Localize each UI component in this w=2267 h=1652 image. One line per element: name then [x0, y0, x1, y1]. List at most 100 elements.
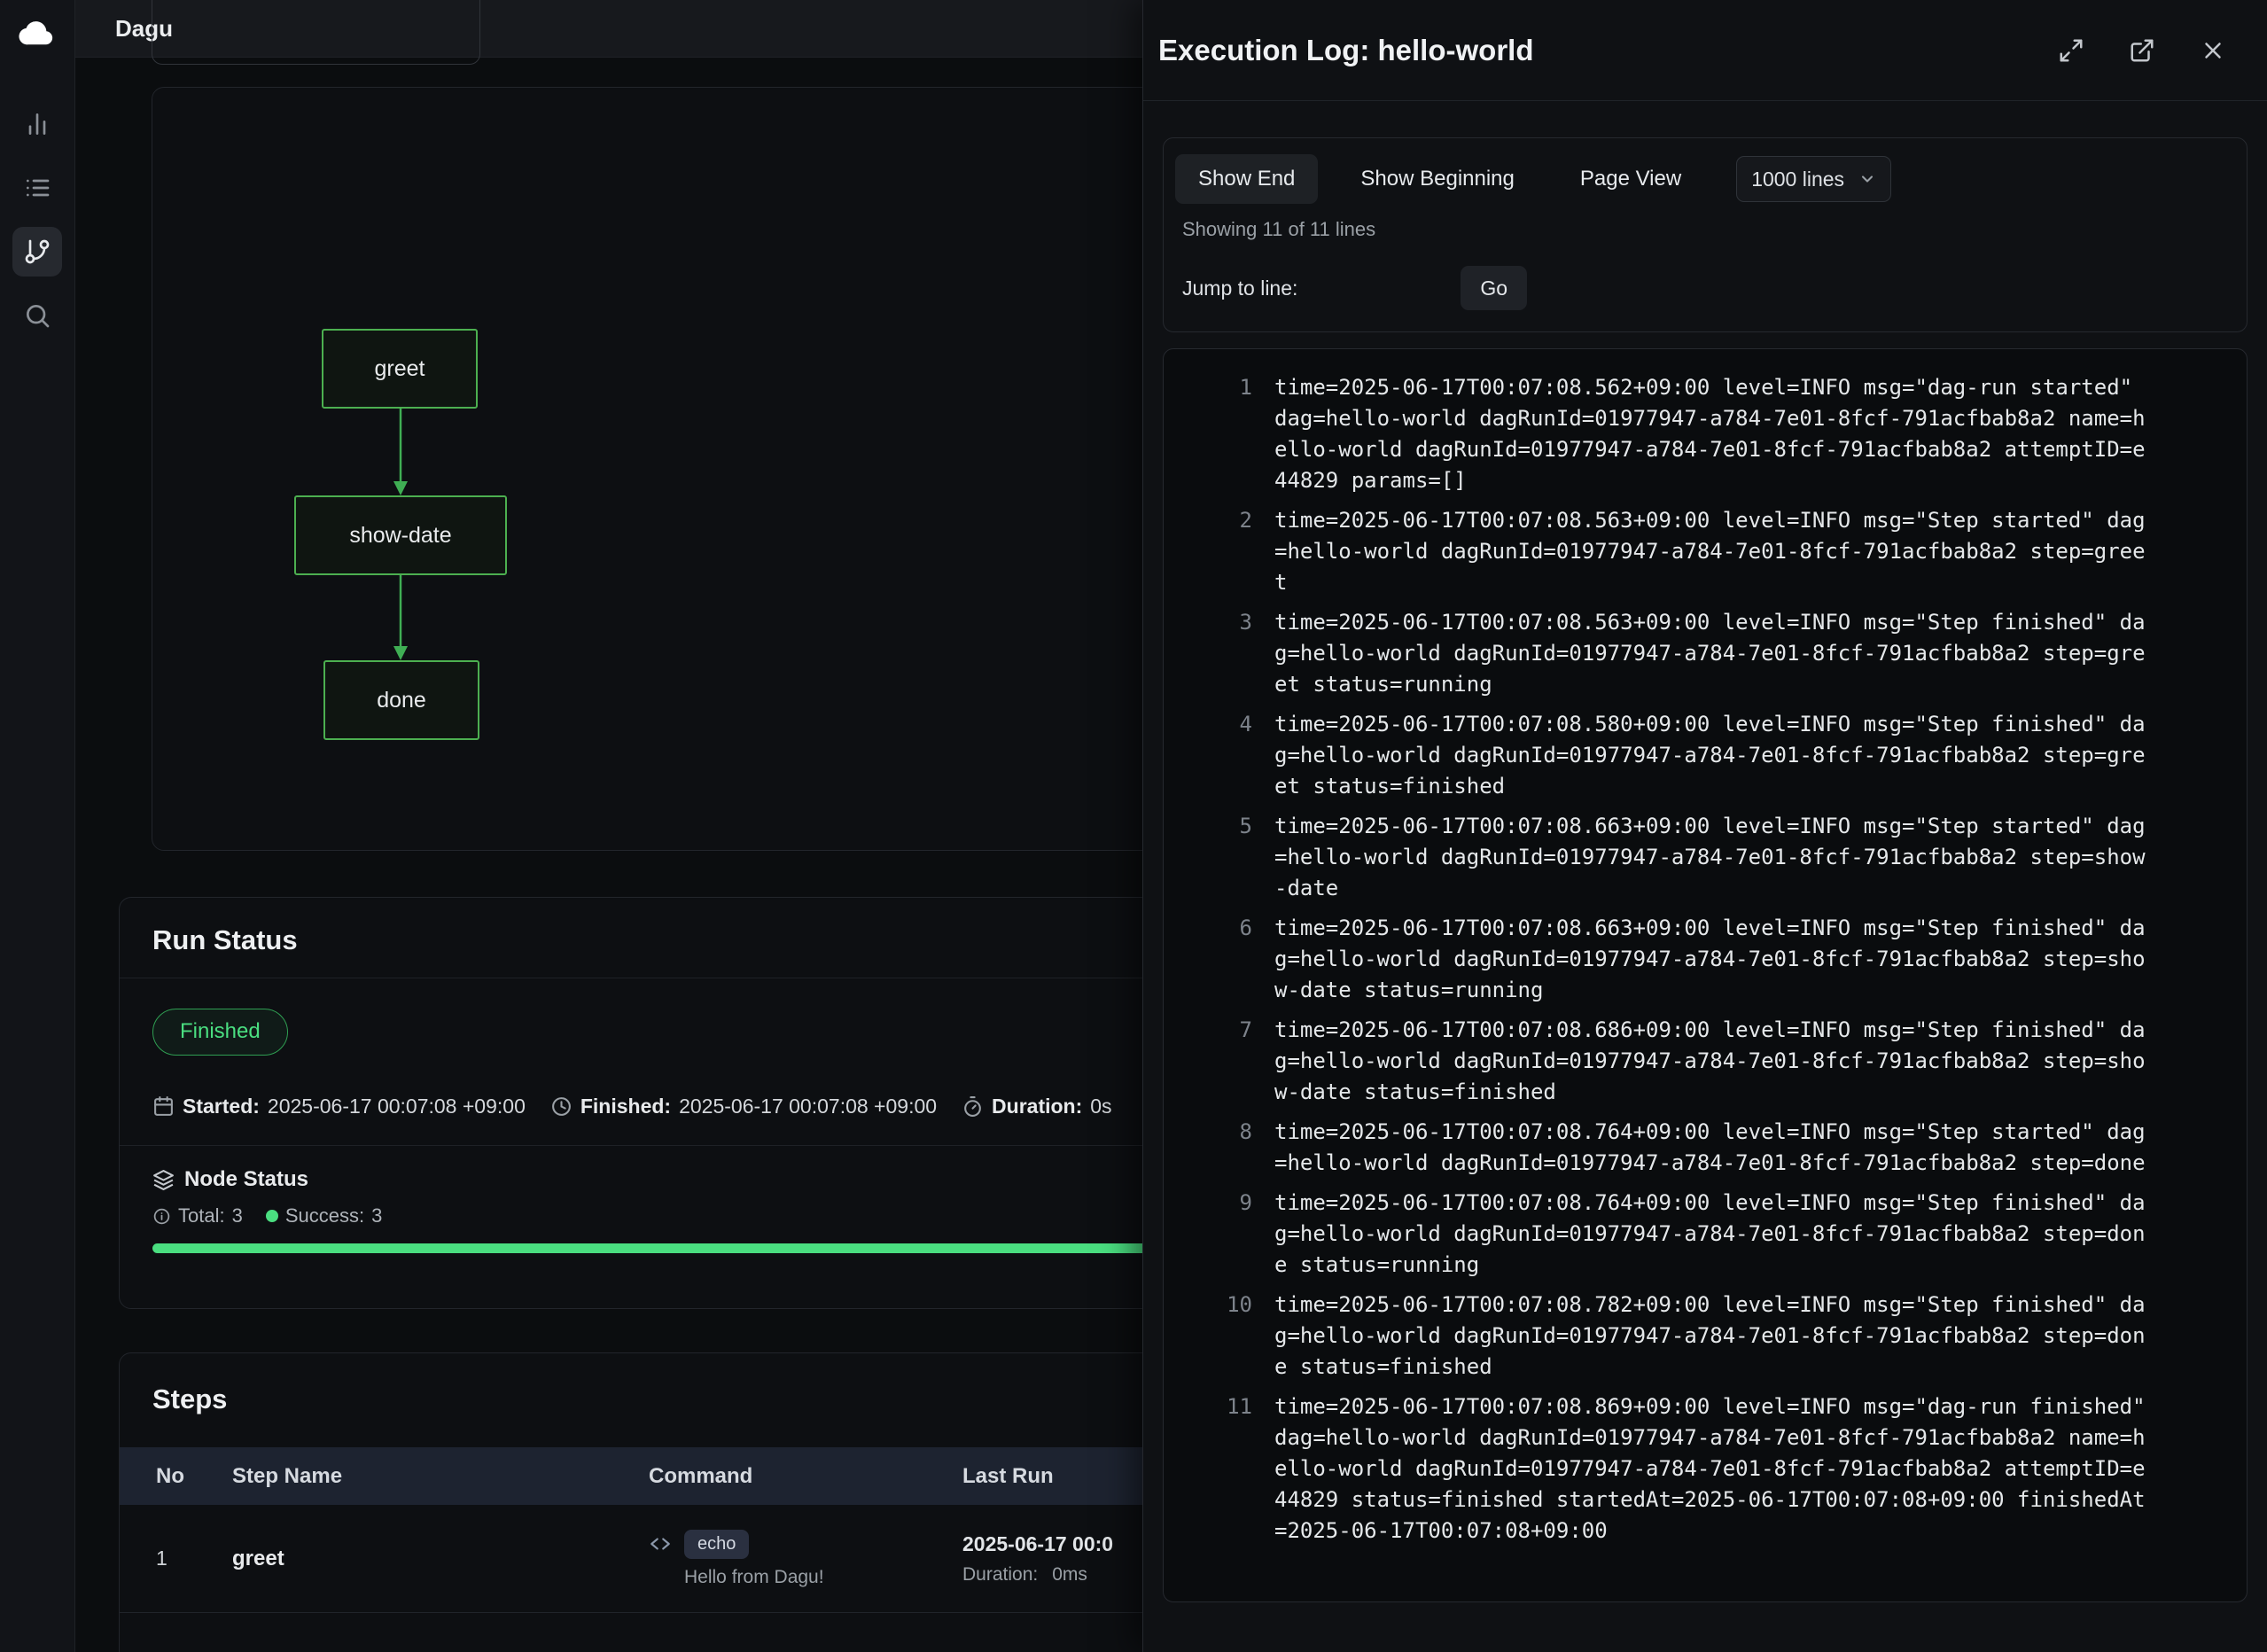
col-step-name: Step Name	[214, 1464, 631, 1489]
success-progress-bar	[152, 1243, 1246, 1253]
log-line-number: 7	[1164, 1015, 1252, 1046]
lines-per-page-select[interactable]: 1000 lines	[1736, 156, 1891, 202]
show-beginning-button[interactable]: Show Beginning	[1337, 154, 1537, 204]
divider	[120, 1145, 1279, 1146]
success-dot-icon	[266, 1210, 278, 1222]
log-line: 11time=2025-06-17T00:07:08.869+09:00 lev…	[1164, 1391, 2247, 1547]
lines-per-page-value: 1000 lines	[1751, 168, 1844, 191]
node-status-counts: Total: 3 Success: 3	[152, 1204, 1246, 1227]
log-line-number: 2	[1164, 505, 1252, 536]
execution-log-panel: Execution Log: hello-world Show End Show…	[1142, 0, 2267, 1652]
maximize-button[interactable]	[2050, 29, 2092, 72]
log-line-number: 10	[1164, 1290, 1252, 1321]
command-badge: echo	[684, 1530, 749, 1559]
steps-table-header: No Step Name Command Last Run	[120, 1447, 1279, 1505]
close-button[interactable]	[2192, 29, 2234, 72]
log-line: 9time=2025-06-17T00:07:08.764+09:00 leve…	[1164, 1188, 2247, 1281]
dag-graph-card: greet show-date done	[152, 87, 1259, 851]
log-panel-actions	[2050, 29, 2234, 72]
log-line-text: time=2025-06-17T00:07:08.580+09:00 level…	[1274, 709, 2146, 802]
app-root: Dagu greet show-date done Run Status	[0, 0, 2267, 1652]
sidebar-item-dag-runs[interactable]	[12, 227, 62, 277]
jump-to-line-label: Jump to line:	[1182, 277, 1297, 300]
node-status-label: Node Status	[184, 1167, 308, 1192]
total-label: Total:	[178, 1204, 225, 1227]
dag-node-label: done	[377, 688, 426, 713]
log-line-number: 9	[1164, 1188, 1252, 1219]
code-icon	[649, 1532, 672, 1555]
started-meta: Started: 2025-06-17 00:07:08 +09:00	[152, 1095, 526, 1118]
steps-table: No Step Name Command Last Run 1 greet ec…	[120, 1447, 1279, 1652]
log-line-text: time=2025-06-17T00:07:08.686+09:00 level…	[1274, 1015, 2146, 1108]
sidebar-item-search[interactable]	[12, 291, 62, 340]
bar-chart-icon	[23, 110, 51, 138]
log-line: 10 time=2025-06-17T00:07:08.782+09:00 lev…	[1164, 1290, 2247, 1383]
info-circle-icon	[152, 1207, 171, 1226]
dag-node-label: show-date	[349, 523, 451, 549]
finished-value: 2025-06-17 00:07:08 +09:00	[679, 1095, 937, 1118]
showing-lines-text: Showing 11 of 11 lines	[1182, 218, 2229, 241]
go-button[interactable]: Go	[1461, 266, 1527, 310]
log-line-number: 5	[1164, 811, 1252, 842]
log-panel-title: Execution Log: hello-world	[1158, 34, 1534, 67]
step-command: echo	[649, 1530, 945, 1559]
log-view-buttons: Show End Show Beginning Page View 1000 l…	[1175, 154, 2229, 204]
started-label: Started:	[183, 1095, 260, 1118]
duration-label: Duration:	[992, 1095, 1082, 1118]
node-status-heading: Node Status	[152, 1167, 1246, 1192]
dag-node-done[interactable]: done	[323, 660, 479, 740]
finished-label: Finished:	[580, 1095, 671, 1118]
status-badge: Finished	[152, 1009, 288, 1056]
steps-card: Steps No Step Name Command Last Run 1 gr…	[119, 1352, 1280, 1652]
log-line: 6time=2025-06-17T00:07:08.663+09:00 leve…	[1164, 913, 2247, 1006]
dagu-logo-icon[interactable]	[16, 12, 58, 55]
log-line: 7 time=2025-06-17T00:07:08.686+09:00 leve…	[1164, 1015, 2247, 1108]
scrolled-card-remnant	[152, 0, 480, 65]
log-panel-body: Show End Show Beginning Page View 1000 l…	[1143, 101, 2267, 1602]
jump-to-line-input[interactable]	[1310, 277, 1461, 300]
dag-node-show-date[interactable]: show-date	[294, 495, 507, 575]
steps-heading: Steps	[120, 1383, 1279, 1415]
step-no: 1	[120, 1547, 214, 1570]
success-value: 3	[371, 1204, 382, 1227]
log-line: 1time=2025-06-17T00:07:08.562+09:00 leve…	[1164, 372, 2247, 496]
show-end-button[interactable]: Show End	[1175, 154, 1318, 204]
command-args: Hello from Dagu!	[649, 1567, 945, 1588]
total-count: Total: 3	[152, 1204, 243, 1227]
dag-node-label: greet	[375, 356, 425, 382]
sidebar-item-dashboard[interactable]	[12, 99, 62, 149]
log-line-text: time=2025-06-17T00:07:08.782+09:00 level…	[1274, 1290, 2146, 1383]
duration-meta: Duration: 0s	[962, 1095, 1112, 1118]
page-view-button[interactable]: Page View	[1557, 154, 1704, 204]
sidebar-nav	[12, 99, 62, 340]
open-external-button[interactable]	[2121, 29, 2163, 72]
log-line-number: 1	[1164, 372, 1252, 403]
col-no: No	[120, 1464, 214, 1489]
list-icon	[23, 174, 51, 202]
log-line-number: 8	[1164, 1117, 1252, 1148]
log-line: 3 time=2025-06-17T00:07:08.563+09:00 leve…	[1164, 607, 2247, 700]
col-command: Command	[631, 1464, 945, 1489]
log-line: 5time=2025-06-17T00:07:08.663+09:00 leve…	[1164, 811, 2247, 904]
total-value: 3	[232, 1204, 243, 1227]
external-link-icon	[2129, 37, 2155, 64]
jump-to-line-row: Jump to line: Go	[1182, 266, 2229, 310]
chevron-down-icon	[1858, 170, 1876, 188]
log-line-text: time=2025-06-17T00:07:08.563+09:00 level…	[1274, 607, 2146, 700]
maximize-icon	[2058, 37, 2084, 64]
git-branch-icon	[23, 238, 51, 266]
sidebar-item-dag-definitions[interactable]	[12, 163, 62, 213]
dag-node-greet[interactable]: greet	[322, 329, 478, 409]
clock-icon	[550, 1095, 573, 1118]
table-row[interactable]: 2 show-date date 2025-06-17 00:0	[120, 1613, 1279, 1652]
dag-edges	[152, 88, 1259, 851]
log-line-number: 3	[1164, 607, 1252, 638]
run-status-heading: Run Status	[152, 924, 1246, 956]
calendar-icon	[152, 1095, 175, 1118]
duration-value: 0s	[1090, 1095, 1111, 1118]
log-panel-header: Execution Log: hello-world	[1143, 0, 2267, 101]
stopwatch-icon	[962, 1095, 984, 1118]
search-icon	[23, 301, 51, 330]
table-row[interactable]: 1 greet echo Hello from Dagu! 2025-06-17…	[120, 1505, 1279, 1613]
log-line: 8time=2025-06-17T00:07:08.764+09:00 leve…	[1164, 1117, 2247, 1179]
